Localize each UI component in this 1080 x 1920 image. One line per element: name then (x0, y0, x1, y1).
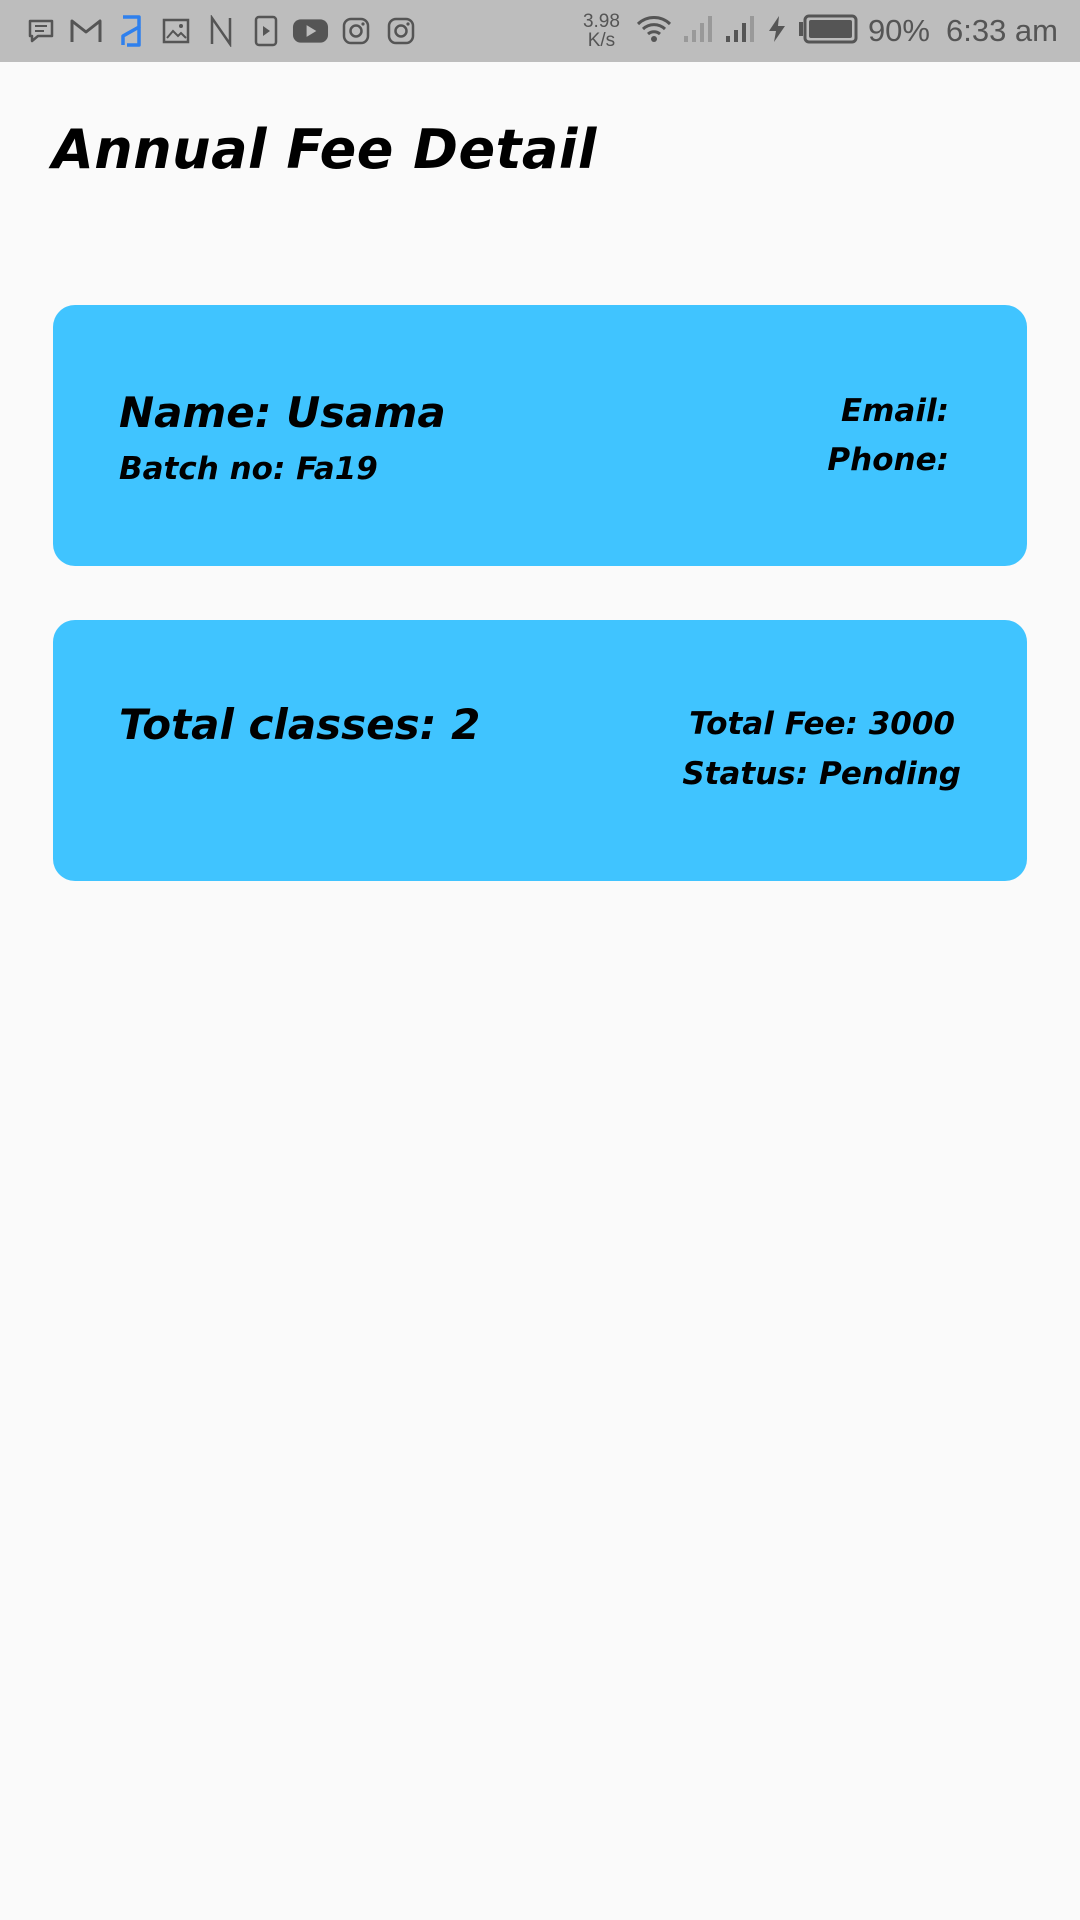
fee-info-card: Total classes: 2 Total Fee: 3000 Status:… (53, 620, 1027, 881)
payment-status: Status: Pending (682, 756, 961, 792)
charging-icon (766, 14, 788, 48)
total-fee: Total Fee: 3000 (689, 706, 955, 742)
page-title: Annual Fee Detail (52, 118, 597, 181)
signal-icon (682, 14, 714, 48)
batch-number: Batch no: Fa19 (119, 451, 378, 487)
phone-label: Phone: (827, 442, 949, 478)
network-speed: 3.98 K/s (583, 12, 620, 50)
instagram-icon (382, 13, 419, 49)
status-bar: 3.98 K/s 90% 6:33 am (0, 0, 1080, 62)
student-name: Name: Usama (119, 388, 446, 437)
gmail-icon (67, 13, 104, 49)
instagram-icon (337, 13, 374, 49)
network-speed-value: 3.98 (582, 11, 620, 32)
youtube-icon (292, 13, 329, 49)
notification-icons (22, 13, 419, 49)
clock: 6:33 am (945, 13, 1058, 48)
battery-percentage: 90% (867, 13, 930, 48)
signal-icon (724, 14, 756, 48)
app-blue-icon (112, 13, 149, 49)
wifi-icon (636, 14, 672, 48)
total-classes: Total classes: 2 (119, 700, 481, 749)
status-indicators: 3.98 K/s 90% 6:33 am (583, 0, 1058, 62)
message-icon (22, 13, 59, 49)
email-label: Email: (840, 393, 949, 429)
battery-icon (798, 14, 858, 48)
n-app-icon (202, 13, 239, 49)
video-player-icon (247, 13, 284, 49)
network-speed-unit: K/s (587, 30, 616, 51)
student-info-card: Name: Usama Batch no: Fa19 Email: Phone: (53, 305, 1027, 566)
gallery-icon (157, 13, 194, 49)
